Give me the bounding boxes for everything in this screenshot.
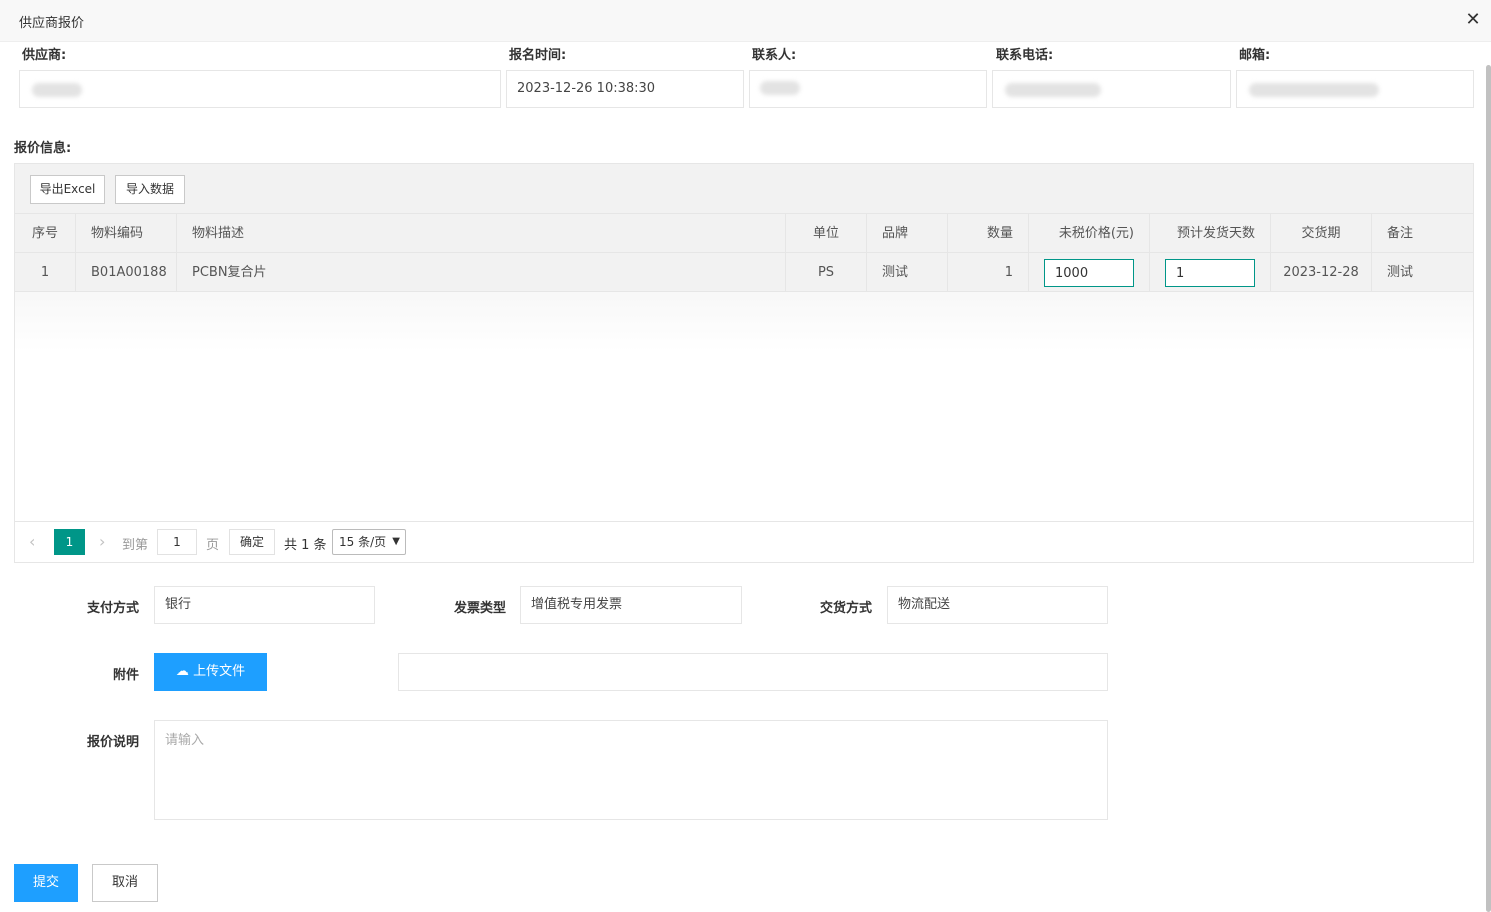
quote-table: 导出Excel 导入数据 序号 物料编码 物料描述 单位 品牌 数量 未税价格(… <box>14 163 1474 563</box>
header-cell[interactable]: 数量 <box>948 214 1029 253</box>
delivery-date: 2023-12-28 <box>1271 253 1372 292</box>
header-cell[interactable]: 物料编码 <box>76 214 177 253</box>
page-size-value: 15 条/页 <box>339 535 387 549</box>
price-cell <box>1029 253 1150 292</box>
header-cell[interactable]: 未税价格(元) <box>1029 214 1150 253</box>
submit-button[interactable]: 提交 <box>14 864 78 902</box>
attachment-filename-field[interactable] <box>398 653 1108 691</box>
quote-note-placeholder: 请输入 <box>165 733 205 748</box>
table-header: 序号 物料编码 物料描述 单位 品牌 数量 未税价格(元) 预计发货天数 交货期… <box>15 214 1473 253</box>
redacted-text <box>760 81 800 95</box>
attachment-label: 附件 <box>112 668 139 683</box>
days-cell <box>1150 253 1271 292</box>
cancel-button[interactable]: 取消 <box>92 864 158 902</box>
phone-field[interactable] <box>992 70 1231 108</box>
page-button-current[interactable]: 1 <box>54 529 85 555</box>
contact-field[interactable] <box>749 70 987 108</box>
next-page-icon[interactable]: › <box>99 532 105 551</box>
goto-confirm-button[interactable]: 确定 <box>229 529 275 555</box>
email-field[interactable] <box>1236 70 1474 108</box>
header-cell[interactable]: 物料描述 <box>177 214 786 253</box>
export-excel-button[interactable]: 导出Excel <box>30 175 105 204</box>
delivery-method-label: 交货方式 <box>819 601 872 616</box>
table-row[interactable]: 1 B01A00188 PCBN复合片 PS 测试 1 2023-12-28 测… <box>15 253 1473 292</box>
import-data-button[interactable]: 导入数据 <box>115 175 185 204</box>
redacted-text <box>32 83 82 97</box>
cloud-upload-icon: ☁ <box>175 664 189 679</box>
header-cell[interactable]: 预计发货天数 <box>1150 214 1271 253</box>
delivery-method-field[interactable]: 物流配送 <box>887 586 1108 624</box>
supplier-label: 供应商: <box>22 48 67 63</box>
signup-time-field[interactable]: 2023-12-26 10:38:30 <box>506 70 744 108</box>
table-toolbar: 导出Excel 导入数据 <box>15 164 1473 214</box>
quote-section-title: 报价信息: <box>14 141 72 156</box>
quote-note-textarea[interactable]: 请输入 <box>154 720 1108 820</box>
prev-page-icon[interactable]: ‹ <box>29 532 35 551</box>
material-desc: PCBN复合片 <box>177 253 786 292</box>
scrollbar[interactable] <box>1486 65 1491 912</box>
signup-time-label: 报名时间: <box>509 48 567 63</box>
chevron-down-icon: ▼ <box>392 536 400 547</box>
close-icon[interactable]: ✕ <box>1464 11 1482 29</box>
goto-label: 到第 <box>122 538 149 553</box>
quote-note-label: 报价说明 <box>86 735 139 750</box>
upload-label: 上传文件 <box>193 664 246 679</box>
signup-time-value: 2023-12-26 10:38:30 <box>517 81 656 96</box>
email-label: 邮箱: <box>1239 48 1271 63</box>
brand: 测试 <box>867 253 948 292</box>
ship-days-input[interactable] <box>1165 259 1255 287</box>
quantity: 1 <box>948 253 1029 292</box>
payment-label: 支付方式 <box>86 601 139 616</box>
page-size-select[interactable]: 15 条/页 ▼ <box>332 529 406 555</box>
header-cell[interactable]: 备注 <box>1372 214 1473 253</box>
total-count: 共 1 条 <box>284 538 327 553</box>
header-cell[interactable]: 品牌 <box>867 214 948 253</box>
header-cell[interactable]: 序号 <box>15 214 76 253</box>
table-shadow <box>15 292 1473 352</box>
header-cell[interactable]: 交货期 <box>1271 214 1372 253</box>
invoice-field[interactable]: 增值税专用发票 <box>520 586 742 624</box>
price-input[interactable] <box>1044 259 1134 287</box>
unit: PS <box>786 253 867 292</box>
dialog-titlebar: 供应商报价 ✕ <box>0 0 1491 42</box>
phone-label: 联系电话: <box>996 48 1054 63</box>
payment-field[interactable]: 银行 <box>154 586 375 624</box>
material-code: B01A00188 <box>76 253 177 292</box>
row-index: 1 <box>15 253 76 292</box>
goto-page-input[interactable]: 1 <box>157 529 197 555</box>
invoice-label: 发票类型 <box>453 601 506 616</box>
redacted-text <box>1249 83 1379 97</box>
pagination: ‹ 1 › 到第 1 页 确定 共 1 条 15 条/页 ▼ <box>15 521 1473 562</box>
remark: 测试 <box>1387 265 1414 280</box>
dialog-title: 供应商报价 <box>19 16 85 31</box>
upload-file-button[interactable]: ☁ 上传文件 <box>154 653 267 691</box>
supplier-field[interactable] <box>19 70 501 108</box>
redacted-text <box>1005 83 1101 97</box>
page-suffix: 页 <box>206 538 220 553</box>
contact-label: 联系人: <box>752 48 797 63</box>
header-cell[interactable]: 单位 <box>786 214 867 253</box>
